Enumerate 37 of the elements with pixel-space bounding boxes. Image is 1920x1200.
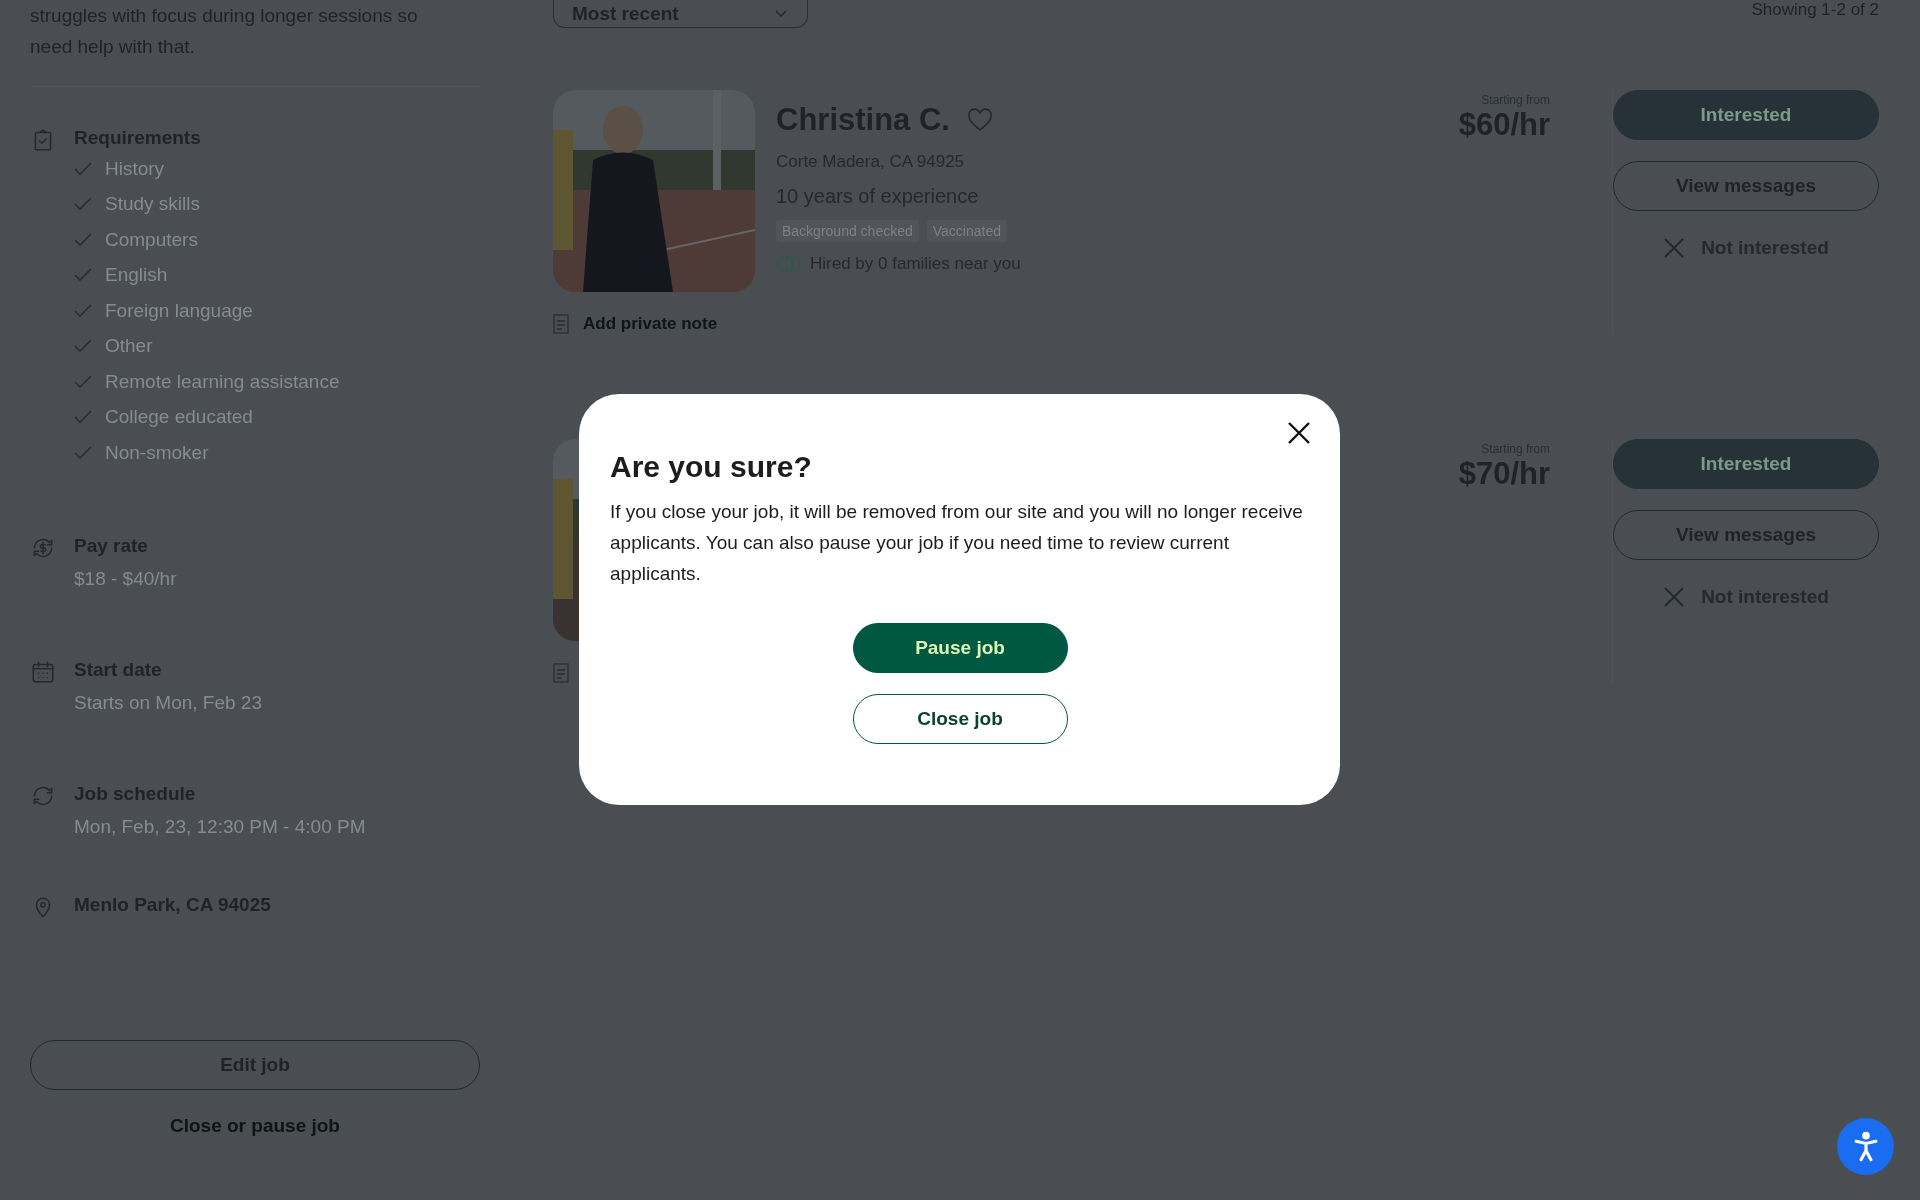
close-icon — [1663, 586, 1686, 608]
close-or-pause-link[interactable]: Close or pause job — [164, 1114, 346, 1138]
close-icon — [1287, 421, 1311, 445]
chevron-down-icon — [775, 9, 787, 18]
section-value: Starts on Mon, Feb 23 — [74, 690, 262, 715]
section-value: $18 - $40/hr — [74, 566, 177, 591]
note-icon — [553, 663, 569, 683]
interested-button[interactable]: Interested — [1613, 90, 1879, 140]
note-icon — [553, 314, 569, 334]
check-icon — [74, 445, 92, 460]
check-icon — [74, 268, 92, 283]
requirement-item: History — [105, 157, 165, 180]
check-icon — [74, 303, 92, 318]
requirement-item: College educated — [105, 406, 253, 429]
requirement-item: Non-smoker — [105, 441, 209, 464]
close-job-button[interactable]: Close job — [852, 694, 1068, 744]
section-value: Mon, Feb, 23, 12:30 PM - 4:00 PM — [74, 814, 366, 839]
check-icon — [74, 161, 92, 176]
requirement-item: English — [105, 264, 168, 287]
add-note-button[interactable]: Add private note — [553, 314, 718, 334]
requirement-item: Other — [105, 335, 153, 358]
close-icon — [1663, 237, 1686, 259]
requirement-item: Foreign language — [105, 299, 253, 322]
check-icon — [74, 232, 92, 247]
dialog-title: Are you sure? — [610, 450, 813, 484]
requirement-item: Remote learning assistance — [105, 370, 340, 393]
dialog-message: If you close your job, it will be removed from our site and you will no longer receive applicants. You can also pause your job if you need time to review current applicants. — [610, 500, 1304, 586]
check-icon — [74, 374, 92, 389]
rings-icon — [776, 255, 802, 273]
check-icon — [74, 197, 92, 212]
interested-button[interactable]: Interested — [1613, 439, 1879, 489]
check-icon — [74, 339, 92, 354]
requirement-item: Computers — [105, 228, 198, 251]
accessibility-button[interactable] — [1837, 1118, 1894, 1175]
pause-job-button[interactable]: Pause job — [852, 623, 1068, 673]
check-icon — [74, 410, 92, 425]
requirement-item: Study skills — [105, 193, 201, 216]
